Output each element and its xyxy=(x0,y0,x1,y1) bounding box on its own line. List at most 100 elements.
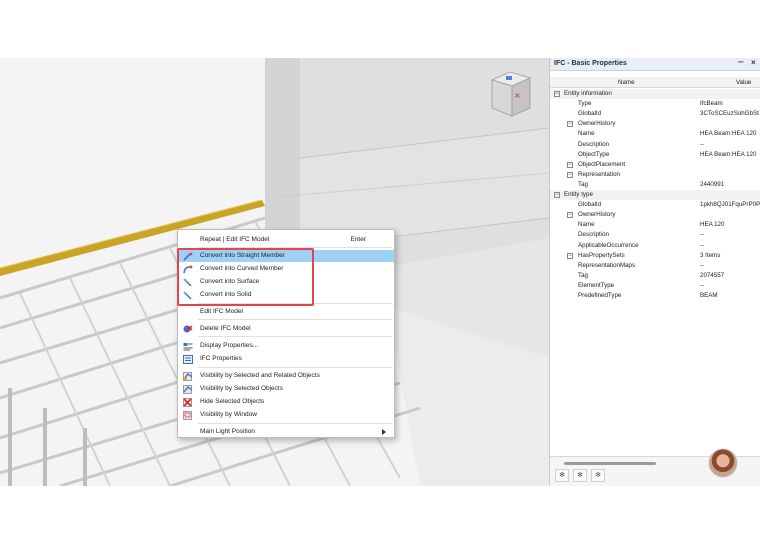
filter-objects-icon[interactable]: ✻ xyxy=(591,469,605,482)
property-row[interactable]: ApplicableOccurrence -- xyxy=(550,241,760,251)
property-row[interactable]: − OwnerHistory xyxy=(550,119,760,129)
svg-text:×: × xyxy=(514,91,521,100)
visibility-selected-icon xyxy=(183,385,193,394)
property-row[interactable]: − HasPropertySets 3 Items xyxy=(550,251,760,261)
menu-item-display-properties[interactable]: Display Properties... xyxy=(179,340,394,352)
pin-icon[interactable]: ⎓ xyxy=(738,59,744,67)
collapse-toggle-icon[interactable]: − xyxy=(567,161,573,168)
menu-item-visibility-selected-related[interactable]: Visibility by Selected and Related Objec… xyxy=(179,370,394,382)
property-value: IfcBeam xyxy=(700,100,723,108)
menu-item-label: Convert into Straight Member xyxy=(200,252,285,259)
menu-separator xyxy=(198,303,392,304)
column-header-name: Name xyxy=(618,79,635,86)
menu-item-repeat-edit-ifc[interactable]: Repeat | Edit IFC Model Enter xyxy=(179,234,394,246)
avatar[interactable] xyxy=(708,448,738,478)
menu-item-convert-solid[interactable]: Convert into Solid xyxy=(179,289,394,301)
ifc-properties-icon xyxy=(183,355,193,364)
menu-separator xyxy=(198,423,392,424)
property-row[interactable]: PredefinedType BEAM xyxy=(550,291,760,301)
curved-member-icon xyxy=(183,265,193,274)
property-row[interactable]: Type IfcBeam xyxy=(550,99,760,109)
property-value: 3 Items xyxy=(700,251,721,259)
column-header-value: Value xyxy=(736,79,752,86)
context-menu: Repeat | Edit IFC Model Enter Convert in… xyxy=(177,229,395,438)
collapse-toggle-icon[interactable]: − xyxy=(554,192,560,198)
property-name: ObjectType xyxy=(578,150,610,158)
property-name: Name xyxy=(578,221,595,229)
menu-item-hide-selected[interactable]: Hide Selected Objects xyxy=(179,396,394,408)
property-name: Tag xyxy=(578,180,588,188)
property-value: -- xyxy=(700,261,705,269)
property-value: -- xyxy=(700,140,705,148)
property-row[interactable]: Name HEA Beam:HEA 120 xyxy=(550,129,760,139)
property-name: Entity type xyxy=(564,191,593,198)
property-row[interactable]: RepresentationMaps -- xyxy=(550,261,760,271)
menu-item-label: Visibility by Window xyxy=(200,411,257,418)
menu-item-label: Display Properties... xyxy=(200,342,259,349)
menu-item-edit-ifc-model[interactable]: Edit IFC Model xyxy=(179,306,394,318)
horizontal-scrollbar[interactable] xyxy=(564,462,656,465)
collapse-toggle-icon[interactable]: − xyxy=(567,171,573,178)
menu-item-convert-straight-member[interactable]: Convert into Straight Member xyxy=(179,250,394,262)
property-value: HEA Beam:HEA 120 xyxy=(700,150,757,158)
property-row[interactable]: Name HEA 120 xyxy=(550,220,760,230)
menu-item-main-light-position[interactable]: Main Light Position xyxy=(179,426,394,438)
property-row[interactable]: Description -- xyxy=(550,230,760,240)
property-row[interactable]: ObjectType HEA Beam:HEA 120 xyxy=(550,150,760,160)
collapse-toggle-icon[interactable]: − xyxy=(567,212,573,219)
property-row[interactable]: GlobalId 1pkh8QJ01FquPrP0P xyxy=(550,200,760,210)
property-category-row[interactable]: − Entity information xyxy=(550,89,760,99)
property-row[interactable]: GlobalId 3CToSCEuzSohGbSt xyxy=(550,109,760,119)
property-value: 3CToSCEuzSohGbSt xyxy=(700,110,759,118)
hide-icon xyxy=(183,398,192,407)
menu-item-ifc-properties[interactable]: IFC Properties xyxy=(179,353,394,365)
close-icon[interactable]: × xyxy=(751,58,756,67)
visibility-related-icon xyxy=(183,372,193,381)
menu-item-label: Convert into Surface xyxy=(200,278,260,285)
view-cube-icon[interactable]: × xyxy=(488,68,534,120)
property-name: PredefinedType xyxy=(578,292,622,299)
menu-shortcut: Enter xyxy=(350,236,366,243)
menu-item-convert-surface[interactable]: Convert into Surface xyxy=(179,276,394,288)
property-row[interactable]: Description -- xyxy=(550,140,760,150)
property-name: RepresentationMaps xyxy=(578,261,636,269)
property-row[interactable]: Tag 2074557 xyxy=(550,271,760,281)
collapse-toggle-icon[interactable]: − xyxy=(554,91,560,97)
solid-icon xyxy=(183,291,192,300)
property-name: GlobalId xyxy=(578,201,602,209)
panel-title-bar: IFC - Basic Properties ⎓ × xyxy=(550,58,760,71)
properties-table-header: Name Value xyxy=(550,77,760,88)
property-row[interactable]: − Representation xyxy=(550,170,760,180)
property-value: -- xyxy=(700,231,705,239)
collapse-toggle-icon[interactable]: − xyxy=(567,121,573,128)
property-name: Description xyxy=(578,140,609,148)
delete-icon xyxy=(183,325,193,333)
menu-item-label: Delete IFC Model xyxy=(200,325,251,332)
menu-item-convert-curved-member[interactable]: Convert into Curved Member xyxy=(179,263,394,275)
property-name: Name xyxy=(578,130,595,138)
ifc-basic-properties-panel: IFC - Basic Properties ⎓ × Name Value − E… xyxy=(549,58,760,486)
collapse-toggle-icon[interactable]: − xyxy=(567,252,573,259)
display-properties-icon xyxy=(183,343,193,351)
property-row[interactable]: − ObjectPlacement xyxy=(550,160,760,170)
property-value: 1pkh8QJ01FquPrP0P xyxy=(700,201,760,209)
submenu-arrow-icon xyxy=(382,429,386,435)
property-name: HasPropertySets xyxy=(578,251,625,259)
property-row[interactable]: ElementType -- xyxy=(550,281,760,291)
property-name: GlobalId xyxy=(578,110,602,118)
filter-related-icon[interactable]: ✻ xyxy=(573,469,587,482)
menu-item-visibility-window[interactable]: Visibility by Window xyxy=(179,409,394,421)
property-row[interactable]: Tag 2440991 xyxy=(550,180,760,190)
visibility-window-icon xyxy=(183,411,192,420)
menu-item-visibility-selected[interactable]: Visibility by Selected Objects xyxy=(179,383,394,395)
property-value: 2074557 xyxy=(700,271,725,279)
menu-item-delete-ifc-model[interactable]: Delete IFC Model xyxy=(179,323,394,335)
property-name: OwnerHistory xyxy=(578,211,616,219)
property-value: BEAM xyxy=(700,292,718,299)
property-value: 2440991 xyxy=(700,180,725,188)
menu-separator xyxy=(198,247,392,248)
property-category-row[interactable]: − Entity type xyxy=(550,190,760,200)
filter-icon[interactable]: ✻ xyxy=(555,469,569,482)
property-row[interactable]: − OwnerHistory xyxy=(550,210,760,220)
panel-title: IFC - Basic Properties xyxy=(554,60,627,67)
